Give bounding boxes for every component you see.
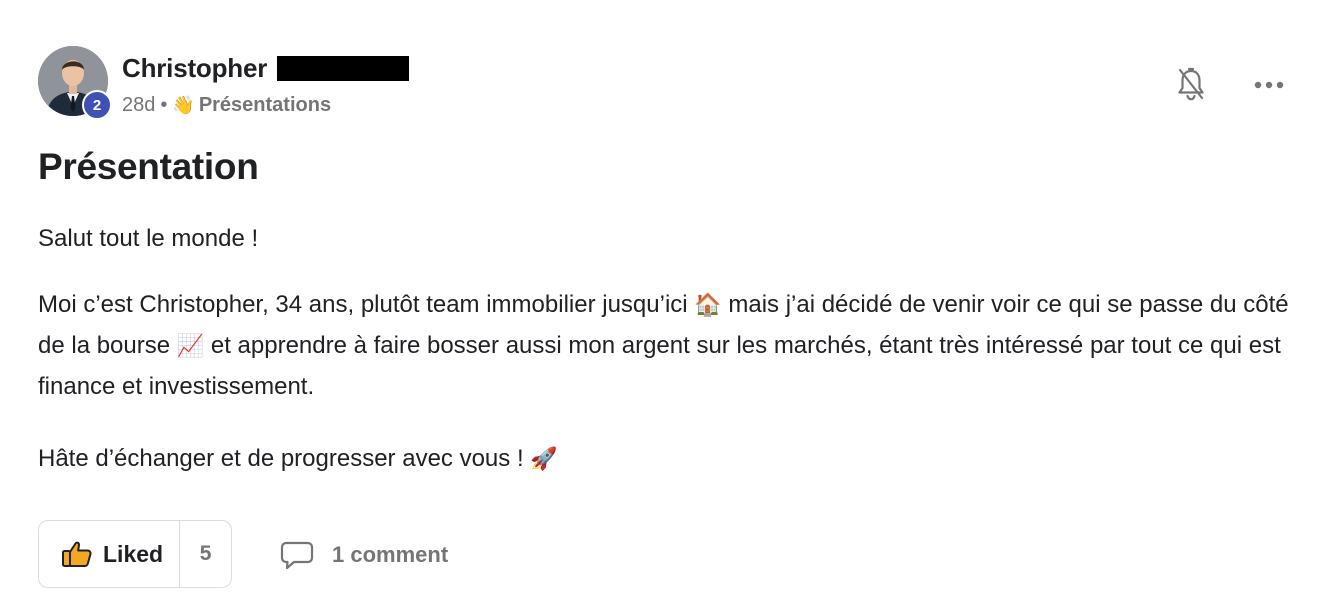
meta-separator: •: [160, 93, 168, 116]
author-name[interactable]: Christopher: [122, 53, 267, 84]
like-label: Liked: [103, 540, 164, 567]
post-greeting: Salut tout le monde !: [38, 225, 259, 252]
thumbs-up-icon: [62, 541, 92, 567]
waving-hand-icon: 👋: [172, 94, 195, 115]
comment-button[interactable]: 1 comment: [280, 538, 448, 572]
comment-count-label: 1 comment: [332, 542, 449, 567]
chart-increasing-icon: 📈: [176, 333, 205, 358]
post-title: Présentation: [38, 146, 259, 187]
post-intro-text-3: et apprendre à faire bosser aussi mon ar…: [38, 332, 1281, 400]
post-outro: Hâte d’échanger et de progresser avec vo…: [38, 438, 558, 479]
more-horizontal-icon: [1254, 81, 1284, 89]
bell-off-icon: [1178, 67, 1204, 101]
post-time: 28d: [122, 93, 156, 116]
author-row: Christopher: [122, 52, 410, 84]
like-count[interactable]: 5: [180, 542, 231, 566]
header-actions: [1174, 66, 1286, 104]
comment-icon: [280, 541, 314, 570]
more-options-button[interactable]: [1252, 66, 1286, 104]
post-card: 2 Christopher 28d • 👋 Présentations Prés…: [0, 0, 1344, 610]
notifications-toggle-button[interactable]: [1174, 66, 1208, 104]
category-link[interactable]: Présentations: [199, 94, 331, 117]
post-intro: Moi c’est Christopher, 34 ans, plutôt te…: [38, 284, 1310, 407]
house-icon: 🏠: [694, 292, 722, 317]
level-badge: 2: [82, 90, 112, 120]
author-avatar-wrapper[interactable]: 2: [38, 46, 112, 120]
post-meta: 28d • 👋 Présentations: [122, 92, 331, 118]
redacted-surname: [277, 55, 410, 81]
rocket-icon: 🚀: [530, 446, 558, 471]
post-outro-text: Hâte d’échanger et de progresser avec vo…: [38, 445, 524, 472]
like-button[interactable]: Liked: [39, 521, 181, 587]
like-control: Liked 5: [38, 520, 232, 588]
post-intro-text-1: Moi c’est Christopher, 34 ans, plutôt te…: [38, 291, 688, 318]
